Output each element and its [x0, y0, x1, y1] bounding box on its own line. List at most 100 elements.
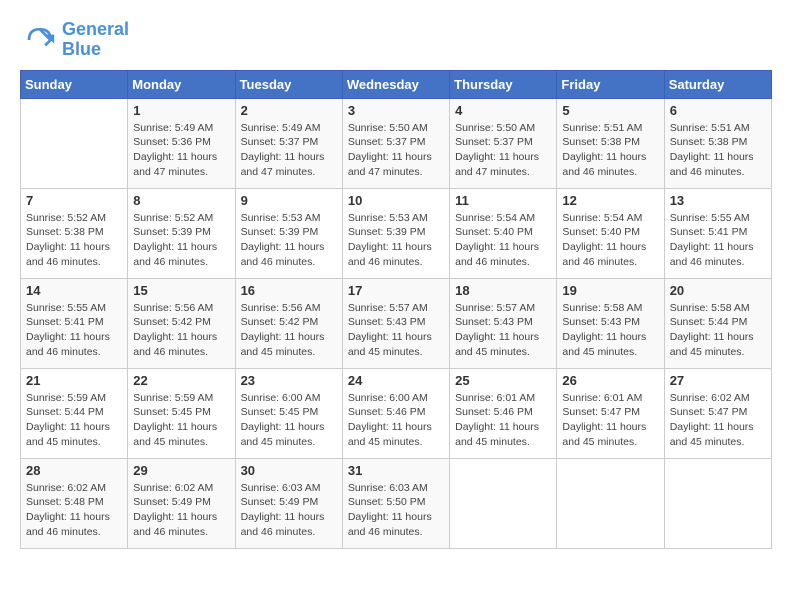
- day-info: Sunrise: 6:00 AM Sunset: 5:45 PM Dayligh…: [241, 391, 337, 450]
- calendar-cell: 6 Sunrise: 5:51 AM Sunset: 5:38 PM Daylig…: [664, 98, 771, 188]
- day-number: 14: [26, 283, 122, 298]
- day-info: Sunrise: 5:56 AM Sunset: 5:42 PM Dayligh…: [241, 301, 337, 360]
- calendar-cell: [557, 458, 664, 548]
- calendar-cell: 30Sunrise: 6:03 AM Sunset: 5:49 PM Dayli…: [235, 458, 342, 548]
- day-number: 19: [562, 283, 658, 298]
- day-info: Sunrise: 5:50 AM Sunset: 5:37 PM Dayligh…: [455, 121, 551, 180]
- day-number: 17: [348, 283, 444, 298]
- day-number: 5: [562, 103, 658, 118]
- calendar-cell: 8 Sunrise: 5:52 AM Sunset: 5:39 PM Daylig…: [128, 188, 235, 278]
- calendar-cell: 12 Sunrise: 5:54 AM Sunset: 5:40 PM Dayli…: [557, 188, 664, 278]
- logo-text: General Blue: [62, 20, 129, 60]
- day-info: Sunrise: 5:58 AM Sunset: 5:43 PM Dayligh…: [562, 301, 658, 360]
- day-number: 10: [348, 193, 444, 208]
- calendar-cell: 22Sunrise: 5:59 AM Sunset: 5:45 PM Dayli…: [128, 368, 235, 458]
- calendar-cell: [21, 98, 128, 188]
- day-info: Sunrise: 5:52 AM Sunset: 5:39 PM Dayligh…: [133, 211, 229, 270]
- calendar-cell: 9Sunrise: 5:53 AM Sunset: 5:39 PM Daylig…: [235, 188, 342, 278]
- calendar-cell: 20 Sunrise: 5:58 AM Sunset: 5:44 PM Dayli…: [664, 278, 771, 368]
- day-number: 6: [670, 103, 766, 118]
- weekday-header-tuesday: Tuesday: [235, 70, 342, 98]
- day-number: 27: [670, 373, 766, 388]
- weekday-header-row: SundayMondayTuesdayWednesdayThursdayFrid…: [21, 70, 772, 98]
- weekday-header-friday: Friday: [557, 70, 664, 98]
- day-info: Sunrise: 5:50 AM Sunset: 5:37 PM Dayligh…: [348, 121, 444, 180]
- weekday-header-saturday: Saturday: [664, 70, 771, 98]
- day-info: Sunrise: 6:02 AM Sunset: 5:47 PM Dayligh…: [670, 391, 766, 450]
- day-info: Sunrise: 5:51 AM Sunset: 5:38 PM Dayligh…: [670, 121, 766, 180]
- day-info: Sunrise: 6:00 AM Sunset: 5:46 PM Dayligh…: [348, 391, 444, 450]
- day-number: 13: [670, 193, 766, 208]
- logo-icon: [20, 22, 56, 58]
- day-number: 26: [562, 373, 658, 388]
- calendar-cell: 18 Sunrise: 5:57 AM Sunset: 5:43 PM Dayli…: [450, 278, 557, 368]
- day-number: 18: [455, 283, 551, 298]
- calendar-cell: 2 Sunrise: 5:49 AM Sunset: 5:37 PM Daylig…: [235, 98, 342, 188]
- calendar-cell: 11Sunrise: 5:54 AM Sunset: 5:40 PM Dayli…: [450, 188, 557, 278]
- calendar-cell: 27 Sunrise: 6:02 AM Sunset: 5:47 PM Dayli…: [664, 368, 771, 458]
- day-info: Sunrise: 5:54 AM Sunset: 5:40 PM Dayligh…: [562, 211, 658, 270]
- page-header: General Blue: [20, 20, 772, 60]
- day-number: 23: [241, 373, 337, 388]
- day-number: 31: [348, 463, 444, 478]
- day-info: Sunrise: 5:59 AM Sunset: 5:44 PM Dayligh…: [26, 391, 122, 450]
- day-info: Sunrise: 5:49 AM Sunset: 5:37 PM Dayligh…: [241, 121, 337, 180]
- day-number: 16: [241, 283, 337, 298]
- calendar-cell: 23 Sunrise: 6:00 AM Sunset: 5:45 PM Dayli…: [235, 368, 342, 458]
- day-number: 20: [670, 283, 766, 298]
- calendar-week-row: 7Sunrise: 5:52 AM Sunset: 5:38 PM Daylig…: [21, 188, 772, 278]
- calendar-cell: 4 Sunrise: 5:50 AM Sunset: 5:37 PM Daylig…: [450, 98, 557, 188]
- day-number: 4: [455, 103, 551, 118]
- day-info: Sunrise: 6:01 AM Sunset: 5:47 PM Dayligh…: [562, 391, 658, 450]
- day-info: Sunrise: 5:54 AM Sunset: 5:40 PM Dayligh…: [455, 211, 551, 270]
- day-number: 25: [455, 373, 551, 388]
- day-number: 12: [562, 193, 658, 208]
- calendar-cell: 5 Sunrise: 5:51 AM Sunset: 5:38 PM Daylig…: [557, 98, 664, 188]
- day-info: Sunrise: 5:55 AM Sunset: 5:41 PM Dayligh…: [26, 301, 122, 360]
- calendar-cell: 29 Sunrise: 6:02 AM Sunset: 5:49 PM Dayli…: [128, 458, 235, 548]
- calendar-cell: 24 Sunrise: 6:00 AM Sunset: 5:46 PM Dayli…: [342, 368, 449, 458]
- day-info: Sunrise: 5:58 AM Sunset: 5:44 PM Dayligh…: [670, 301, 766, 360]
- day-info: Sunrise: 6:02 AM Sunset: 5:49 PM Dayligh…: [133, 481, 229, 540]
- day-number: 1: [133, 103, 229, 118]
- day-number: 3: [348, 103, 444, 118]
- weekday-header-wednesday: Wednesday: [342, 70, 449, 98]
- day-number: 2: [241, 103, 337, 118]
- calendar-cell: 7Sunrise: 5:52 AM Sunset: 5:38 PM Daylig…: [21, 188, 128, 278]
- day-number: 30: [241, 463, 337, 478]
- day-info: Sunrise: 5:56 AM Sunset: 5:42 PM Dayligh…: [133, 301, 229, 360]
- calendar-table: SundayMondayTuesdayWednesdayThursdayFrid…: [20, 70, 772, 549]
- calendar-cell: 16 Sunrise: 5:56 AM Sunset: 5:42 PM Dayli…: [235, 278, 342, 368]
- day-info: Sunrise: 5:53 AM Sunset: 5:39 PM Dayligh…: [241, 211, 337, 270]
- calendar-cell: 17Sunrise: 5:57 AM Sunset: 5:43 PM Dayli…: [342, 278, 449, 368]
- calendar-cell: [450, 458, 557, 548]
- weekday-header-monday: Monday: [128, 70, 235, 98]
- calendar-cell: 28Sunrise: 6:02 AM Sunset: 5:48 PM Dayli…: [21, 458, 128, 548]
- calendar-cell: 13 Sunrise: 5:55 AM Sunset: 5:41 PM Dayli…: [664, 188, 771, 278]
- calendar-cell: 1 Sunrise: 5:49 AM Sunset: 5:36 PM Daylig…: [128, 98, 235, 188]
- calendar-cell: 14 Sunrise: 5:55 AM Sunset: 5:41 PM Dayli…: [21, 278, 128, 368]
- day-number: 24: [348, 373, 444, 388]
- day-info: Sunrise: 6:01 AM Sunset: 5:46 PM Dayligh…: [455, 391, 551, 450]
- calendar-cell: 31Sunrise: 6:03 AM Sunset: 5:50 PM Dayli…: [342, 458, 449, 548]
- calendar-cell: [664, 458, 771, 548]
- day-info: Sunrise: 5:51 AM Sunset: 5:38 PM Dayligh…: [562, 121, 658, 180]
- calendar-cell: 26 Sunrise: 6:01 AM Sunset: 5:47 PM Dayli…: [557, 368, 664, 458]
- calendar-cell: 25 Sunrise: 6:01 AM Sunset: 5:46 PM Dayli…: [450, 368, 557, 458]
- day-info: Sunrise: 5:52 AM Sunset: 5:38 PM Dayligh…: [26, 211, 122, 270]
- weekday-header-sunday: Sunday: [21, 70, 128, 98]
- day-info: Sunrise: 5:57 AM Sunset: 5:43 PM Dayligh…: [455, 301, 551, 360]
- calendar-week-row: 28Sunrise: 6:02 AM Sunset: 5:48 PM Dayli…: [21, 458, 772, 548]
- calendar-cell: 3 Sunrise: 5:50 AM Sunset: 5:37 PM Daylig…: [342, 98, 449, 188]
- calendar-cell: 19 Sunrise: 5:58 AM Sunset: 5:43 PM Dayli…: [557, 278, 664, 368]
- day-number: 22: [133, 373, 229, 388]
- day-number: 28: [26, 463, 122, 478]
- day-number: 29: [133, 463, 229, 478]
- day-number: 8: [133, 193, 229, 208]
- calendar-week-row: 21 Sunrise: 5:59 AM Sunset: 5:44 PM Dayli…: [21, 368, 772, 458]
- day-info: Sunrise: 5:55 AM Sunset: 5:41 PM Dayligh…: [670, 211, 766, 270]
- day-info: Sunrise: 5:49 AM Sunset: 5:36 PM Dayligh…: [133, 121, 229, 180]
- day-number: 21: [26, 373, 122, 388]
- calendar-cell: 15 Sunrise: 5:56 AM Sunset: 5:42 PM Dayli…: [128, 278, 235, 368]
- day-number: 15: [133, 283, 229, 298]
